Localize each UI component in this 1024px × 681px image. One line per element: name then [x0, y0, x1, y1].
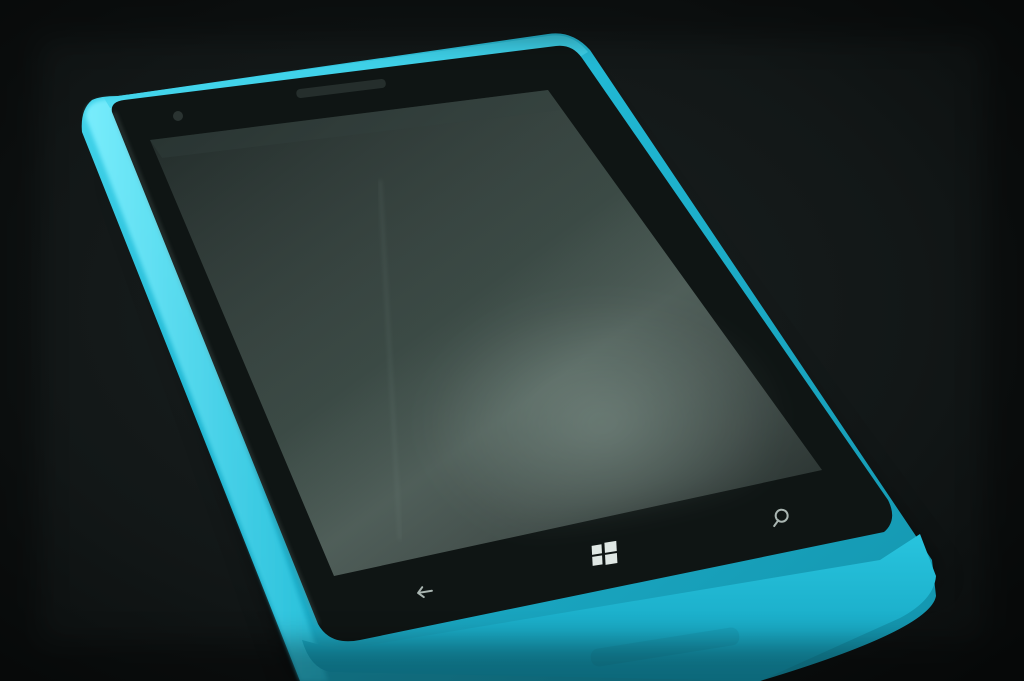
photo [0, 0, 1024, 681]
photo-scene [0, 0, 1024, 681]
front-camera [173, 111, 183, 121]
